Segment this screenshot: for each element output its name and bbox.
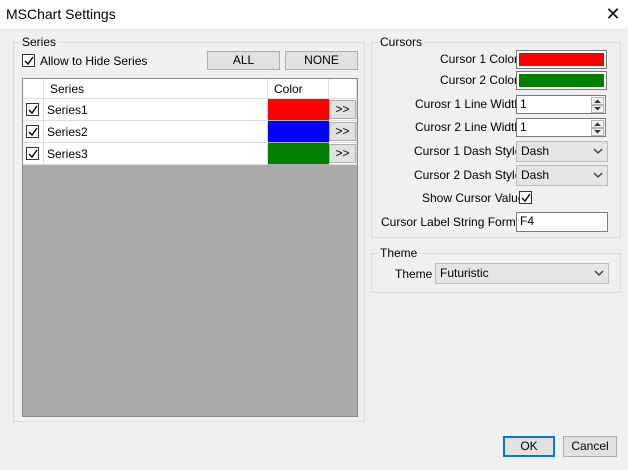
cursor2-width-stepper[interactable]: 1 [516, 118, 606, 137]
cursor2-width-value: 1 [520, 120, 527, 134]
show-cursor-value-checkbox[interactable] [519, 191, 532, 204]
cursor1-color-fill [519, 53, 604, 66]
series1-color-swatch[interactable] [268, 99, 329, 120]
series1-button-cell: >> [329, 99, 357, 121]
cursor2-width-spin[interactable] [591, 120, 604, 136]
chevron-down-icon [593, 148, 603, 154]
series3-color-swatch[interactable] [268, 143, 329, 164]
spin-up-icon[interactable] [591, 97, 604, 105]
label-format-label: Cursor Label String Format [381, 215, 526, 229]
chevron-down-icon [594, 270, 604, 276]
series2-name-cell[interactable]: Series2 [44, 121, 268, 143]
cursor1-width-value: 1 [520, 97, 527, 111]
close-icon: ✕ [605, 4, 621, 24]
series-name: Series3 [47, 147, 88, 161]
cursors-group-legend: Cursors [378, 35, 425, 49]
checkmark-icon [28, 149, 38, 159]
window-title: MSChart Settings [6, 6, 116, 22]
series1-name-cell[interactable]: Series1 [44, 99, 268, 121]
close-button[interactable]: ✕ [598, 0, 628, 30]
cursor2-color-box[interactable] [516, 71, 607, 90]
grid-header-corner [23, 79, 44, 99]
column-header-color: Color [274, 82, 303, 96]
cursor2-color-fill [519, 74, 604, 87]
table-row[interactable] [23, 99, 44, 121]
series3-visible-checkbox[interactable] [26, 147, 39, 160]
cursor2-dash-value: Dash [521, 168, 550, 182]
cursor2-dash-select[interactable]: Dash [516, 165, 608, 186]
series1-color-picker-button[interactable]: >> [329, 100, 356, 119]
label-format-input[interactable]: F4 [516, 212, 608, 232]
series3-name-cell[interactable]: Series3 [44, 143, 268, 165]
grid-header-series[interactable]: Series [44, 79, 268, 99]
series2-visible-checkbox[interactable] [26, 125, 39, 138]
cursor1-dash-select[interactable]: Dash [516, 141, 608, 162]
series3-color-picker-button[interactable]: >> [329, 144, 356, 163]
checkmark-icon [28, 105, 38, 115]
theme-select[interactable]: Futuristic [435, 263, 609, 284]
grid-header-color[interactable]: Color [268, 79, 329, 99]
series-name: Series1 [47, 103, 88, 117]
grid-header-button [329, 79, 357, 99]
cursor2-width-label: Curosr 2 Line Width [415, 120, 522, 134]
series2-color-swatch[interactable] [268, 121, 329, 142]
series3-button-cell: >> [329, 143, 357, 165]
series1-visible-checkbox[interactable] [26, 103, 39, 116]
cursor2-color-label: Cursor 2 Color [440, 73, 519, 87]
cursor2-dash-label: Cursor 2 Dash Style [414, 168, 522, 182]
title-bar: MSChart Settings ✕ [0, 0, 628, 30]
series-name: Series2 [47, 125, 88, 139]
cursor1-color-label: Cursor 1 Color [440, 52, 519, 66]
cursor1-dash-label: Cursor 1 Dash Style [414, 144, 522, 158]
cursor1-width-spin[interactable] [591, 97, 604, 113]
cursor1-width-label: Curosr 1 Line Width [415, 97, 522, 111]
column-header-series: Series [50, 82, 85, 96]
none-button[interactable]: NONE [285, 51, 358, 70]
spin-down-icon[interactable] [591, 105, 604, 113]
spin-down-icon[interactable] [591, 128, 604, 136]
series-grid: Series Color Series1 >> Series2 >> Serie… [22, 78, 358, 417]
checkmark-icon [28, 127, 38, 137]
checkmark-icon [521, 193, 531, 203]
table-row[interactable] [23, 121, 44, 143]
checkmark-icon [24, 56, 34, 66]
theme-value: Futuristic [440, 266, 489, 280]
chevron-down-icon [593, 172, 603, 178]
cursor1-color-box[interactable] [516, 50, 607, 69]
series2-button-cell: >> [329, 121, 357, 143]
series-group-legend: Series [20, 35, 59, 49]
ok-button[interactable]: OK [503, 436, 555, 457]
theme-group-legend: Theme [378, 246, 420, 260]
series2-color-picker-button[interactable]: >> [329, 122, 356, 141]
cursor1-width-stepper[interactable]: 1 [516, 95, 606, 114]
cancel-button[interactable]: Cancel [563, 436, 617, 457]
spin-up-icon[interactable] [591, 120, 604, 128]
all-button[interactable]: ALL [207, 51, 280, 70]
theme-label: Theme [395, 267, 433, 281]
show-cursor-value-label: Show Cursor Value [422, 191, 525, 205]
label-format-value: F4 [520, 214, 535, 228]
cursor1-dash-value: Dash [521, 144, 550, 158]
allow-hide-series-checkbox[interactable] [22, 54, 35, 67]
allow-hide-series-label: Allow to Hide Series [40, 54, 148, 68]
table-row[interactable] [23, 143, 44, 165]
